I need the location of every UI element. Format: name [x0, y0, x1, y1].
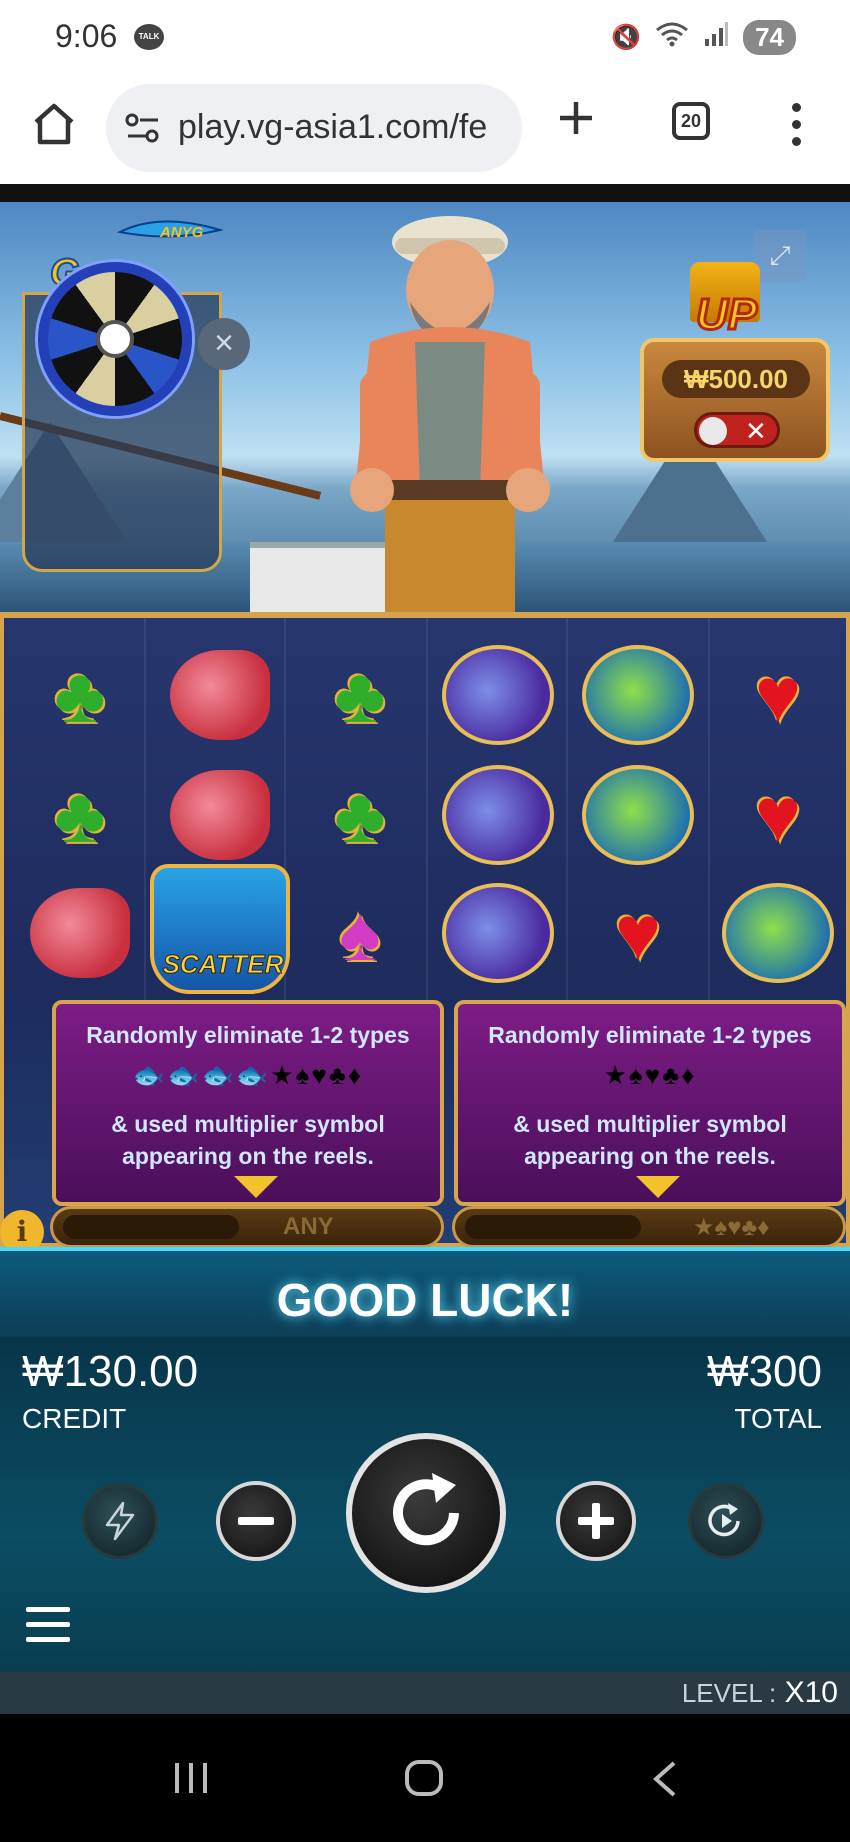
up-label: UP [694, 289, 758, 341]
marlin-symbol [438, 640, 558, 750]
browser-toolbar: play.vg-asia1.com/fe 20 [0, 72, 850, 184]
club-symbol: ♣ [54, 771, 106, 859]
club-symbol: ♣ [334, 771, 386, 859]
level-value: X10 [784, 1676, 838, 1709]
info-text: Randomly eliminate 1-2 types [86, 1022, 410, 1048]
info-text-line: appearing on the reels. [524, 1143, 776, 1169]
up-amount: ₩500.00 [662, 360, 810, 398]
info-text: Randomly eliminate 1-2 types [488, 1022, 812, 1048]
scatter-symbol: SCATTER [150, 854, 290, 1004]
plus-icon [578, 1503, 614, 1539]
decrease-bet-button[interactable] [216, 1481, 296, 1561]
recents-icon[interactable] [172, 1760, 210, 1805]
up-feature-panel: UP ₩500.00 ✕ [640, 262, 830, 462]
credit-label: CREDIT [22, 1403, 127, 1434]
marlin-symbol [438, 878, 558, 988]
club-symbol: ♣ [334, 651, 386, 739]
level-indicator: LEVEL : X10 [682, 1676, 838, 1710]
down-arrow-icon [234, 1176, 278, 1198]
toggle-knob [699, 417, 727, 445]
meter-track [465, 1215, 641, 1239]
heart-symbol: ♥ [614, 889, 662, 977]
meter-track [63, 1215, 239, 1239]
total-bet-value: ₩300 [707, 1347, 822, 1396]
menu-icon[interactable] [26, 1607, 70, 1643]
talk-notification-icon: TALK [134, 24, 164, 50]
status-bar: 9:06 TALK 🔇 74 [0, 0, 850, 72]
home-icon[interactable] [30, 100, 78, 148]
increase-bet-button[interactable] [556, 1481, 636, 1561]
feature-meter-any: ANY [50, 1206, 444, 1248]
mahi-mahi-symbol [578, 640, 698, 750]
feature-info-box-any[interactable]: Randomly eliminate 1-2 types 🐟🐟🐟🐟★♠♥♣♦ &… [52, 1000, 444, 1206]
info-text-line: appearing on the reels. [122, 1143, 374, 1169]
level-bar: LEVEL : X10 [0, 1672, 850, 1714]
club-symbol: ♣ [54, 651, 106, 739]
address-bar[interactable]: play.vg-asia1.com/fe [106, 84, 522, 172]
marlin-symbol [438, 760, 558, 870]
scatter-label: SCATTER [162, 949, 284, 980]
wifi-icon [655, 21, 689, 54]
logo-subtitle: ANYG [160, 224, 204, 241]
site-settings-icon[interactable] [124, 112, 162, 144]
info-symbols: ★♠♥♣♦ [603, 1060, 697, 1090]
url-text: play.vg-asia1.com/fe [178, 108, 488, 146]
red-fish-symbol [20, 878, 140, 988]
wheel-hub [96, 320, 134, 358]
fisherman-character [350, 216, 550, 612]
home-nav-icon[interactable] [404, 1760, 444, 1806]
new-tab-icon[interactable] [556, 98, 596, 147]
up-toggle[interactable]: ✕ [694, 412, 780, 448]
meter-label: ★♠♥♣♦ [693, 1214, 770, 1241]
back-icon[interactable] [650, 1760, 680, 1808]
close-icon[interactable]: × [198, 318, 250, 370]
control-panel: ₩130.00 CREDIT ₩300 TOTAL [0, 1337, 850, 1672]
status-icons: 🔇 74 [611, 20, 796, 55]
more-menu-icon[interactable] [786, 100, 806, 150]
autoplay-button[interactable] [688, 1483, 764, 1559]
mahi-mahi-symbol [578, 760, 698, 870]
message-banner: GOOD LUCK! [0, 1247, 850, 1337]
spin-icon [393, 1473, 459, 1546]
info-text: & used multiplier symbol appearing on th… [458, 1108, 842, 1172]
mute-icon: 🔇 [611, 24, 642, 51]
level-label: LEVEL : [681, 1678, 777, 1708]
down-arrow-icon [636, 1176, 680, 1198]
feature-meter-suits: ★♠♥♣♦ [452, 1206, 846, 1248]
red-fish-symbol [160, 640, 280, 750]
turbo-button[interactable] [82, 1483, 158, 1559]
info-text: & used multiplier symbol appearing on th… [56, 1108, 440, 1172]
autoplay-icon [708, 1503, 740, 1537]
heart-symbol: ♥ [754, 771, 802, 859]
signal-icon [703, 21, 729, 54]
battery-indicator: 74 [743, 20, 796, 55]
page: 9:06 TALK 🔇 74 play.vg-asia1.com/fe 20 A… [0, 0, 850, 1842]
spade-symbol: ♠ [339, 889, 381, 977]
toggle-off-icon: ✕ [745, 416, 767, 446]
status-time: 9:06 [55, 18, 118, 54]
meter-label: ANY [283, 1213, 334, 1240]
android-nav-bar [0, 1714, 850, 1842]
up-board: ₩500.00 ✕ [640, 338, 830, 462]
lightning-icon [105, 1501, 135, 1541]
info-symbols: 🐟🐟🐟🐟★♠♥♣♦ [132, 1060, 364, 1090]
tabs-button[interactable]: 20 [672, 102, 710, 140]
mahi-mahi-symbol [718, 878, 838, 988]
info-text-line: & used multiplier symbol [513, 1111, 787, 1137]
spin-button[interactable] [346, 1433, 506, 1593]
minus-icon [238, 1517, 274, 1525]
credit-value: ₩130.00 [22, 1347, 199, 1396]
heart-symbol: ♥ [754, 651, 802, 739]
message-text: GOOD LUCK! [276, 1274, 574, 1326]
info-text-line: & used multiplier symbol [111, 1111, 385, 1137]
separator-band [0, 184, 850, 202]
total-bet-label: TOTAL [734, 1403, 822, 1434]
game-scene: Go ANYG × ⤢ UP ₩500.00 ✕ [0, 202, 850, 612]
feature-info-box-suits[interactable]: Randomly eliminate 1-2 types ★♠♥♣♦ & use… [454, 1000, 846, 1206]
